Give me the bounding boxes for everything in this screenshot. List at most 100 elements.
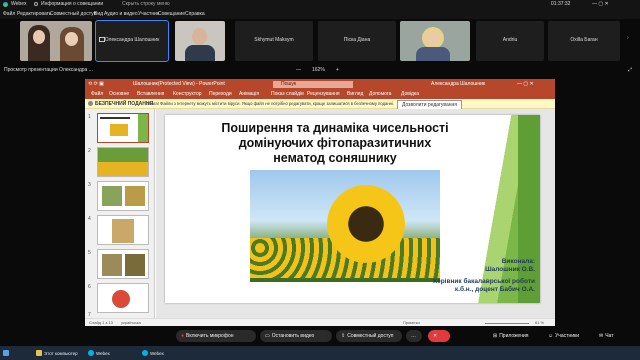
- slide-thumb-5[interactable]: [97, 249, 149, 279]
- participant-name: Skhymut Maksym: [254, 37, 294, 43]
- participant-name: Oxilla Баган: [570, 37, 598, 43]
- ppt-tab-info[interactable]: Довідка: [401, 92, 419, 97]
- author-block: Виконала: Шалошник О.В.: [455, 258, 535, 274]
- start-button[interactable]: [3, 348, 11, 358]
- menu-audio-video[interactable]: Аудио и видео: [104, 12, 138, 17]
- slide-thumb-3[interactable]: [97, 181, 149, 211]
- taskbar-item[interactable]: Этот компьютер: [36, 348, 82, 358]
- stop-video-button[interactable]: ▭ Остановить видео: [260, 330, 332, 342]
- slide-thumb-6[interactable]: [97, 283, 149, 313]
- participant-name: Піска Діана: [343, 37, 371, 43]
- menu-edit[interactable]: Редактировать: [17, 12, 52, 17]
- notes-button[interactable]: Примітки: [403, 321, 420, 325]
- share-button[interactable]: ⇪ Совместный доступ: [336, 330, 402, 342]
- thumb-number: 5: [88, 250, 91, 256]
- supervisor-line: Керівник бакалаврської роботи: [433, 278, 535, 285]
- window-controls[interactable]: — ▢ ✕: [592, 2, 609, 7]
- ppt-tab-file[interactable]: Файл: [91, 92, 103, 97]
- ppt-tab-animation[interactable]: Анімація: [239, 92, 259, 97]
- ppt-tab-help[interactable]: Допомога: [369, 92, 391, 97]
- menu-bar: Файл Редактировать Совместный доступ Вид…: [0, 9, 640, 19]
- meeting-info-button[interactable]: Информация о совещании: [41, 2, 103, 7]
- hide-menu-button[interactable]: Скрыть строку меню: [122, 2, 170, 7]
- ppt-title-bar: ⟲ ⟳ ▣ Шалошник(Protected View) - PowerPo…: [85, 79, 555, 90]
- ppt-tab-insert[interactable]: Вставлення: [137, 92, 164, 97]
- share-viewer-label: Просмотр презентации Олександра ...: [4, 67, 93, 73]
- menu-help[interactable]: Справка: [185, 12, 205, 17]
- menu-view[interactable]: Вид: [94, 12, 103, 17]
- participant-tile[interactable]: Піска Діана: [318, 21, 396, 61]
- ppt-window-controls[interactable]: — ▢ ✕: [517, 82, 534, 87]
- thumb-number: 1: [88, 114, 91, 120]
- apps-icon: ⊞: [493, 333, 498, 339]
- share-label: Совместный доступ: [347, 333, 394, 339]
- participant-tile[interactable]: [20, 21, 92, 61]
- meeting-time: 01:37:32: [551, 1, 571, 7]
- menu-meeting[interactable]: Совещание: [158, 12, 185, 17]
- taskbar-item-label: Этот компьютер: [44, 350, 78, 356]
- slide-title-line: нематод соняшнику: [273, 151, 397, 165]
- ppt-ribbon-tabs: Файл Основне Вставлення Конструктор Пере…: [85, 90, 555, 99]
- ppt-tab-review[interactable]: Рецензування: [307, 92, 340, 97]
- participant-strip: Олександра Шалошник Skhymut Maksym Піска…: [0, 19, 640, 64]
- camera-icon: ▭: [265, 333, 270, 339]
- menu-share[interactable]: Совместный доступ: [50, 12, 96, 17]
- ppt-tab-home[interactable]: Основне: [109, 92, 129, 97]
- apps-button[interactable]: ⊞ Приложения: [488, 330, 540, 342]
- next-participants-arrow-icon[interactable]: ›: [627, 36, 629, 41]
- chat-button[interactable]: ✉ Чат: [594, 330, 624, 342]
- slide-thumb-4[interactable]: [97, 215, 149, 245]
- menu-file[interactable]: Файл: [3, 12, 15, 17]
- author-name: Шалошник О.В.: [485, 266, 535, 273]
- thumb-number: 6: [88, 284, 91, 290]
- share-viewer-bar: Просмотр презентации Олександра ... — 16…: [0, 64, 640, 76]
- zoom-out-button[interactable]: —: [296, 68, 301, 73]
- slide-thumb-2[interactable]: [97, 147, 149, 177]
- windows-taskbar: Этот компьютер Webex Webex: [0, 346, 640, 360]
- ppt-window-title: Шалошник(Protected View) - PowerPoint: [133, 81, 225, 87]
- slide-thumb-1[interactable]: [97, 113, 149, 143]
- participant-tile[interactable]: [175, 21, 225, 61]
- taskbar-item[interactable]: Webex: [142, 348, 192, 358]
- slide-canvas: Поширення та динаміка чисельності доміну…: [156, 109, 555, 318]
- zoom-level[interactable]: 162%: [312, 68, 325, 73]
- ppt-tab-transitions[interactable]: Переходи: [209, 92, 232, 97]
- thumb-number: 2: [88, 148, 91, 154]
- fullscreen-icon[interactable]: ⤢: [628, 68, 632, 73]
- microphone-button[interactable]: ● Включить микрофон: [176, 330, 256, 342]
- apps-label: Приложения: [499, 333, 529, 339]
- zoom-slider[interactable]: [485, 323, 529, 324]
- protected-view-bar: БЕЗПЕЧНИЙ ПОДАННЯ Увага! Файли з Інтерне…: [85, 99, 555, 111]
- ppt-tab-view[interactable]: Вигляд: [347, 92, 363, 97]
- menu-participant[interactable]: Участник: [138, 12, 159, 17]
- meeting-info-icon[interactable]: [34, 2, 38, 6]
- leave-meeting-button[interactable]: ✕: [428, 330, 450, 342]
- participant-tile[interactable]: Oxilla Баган: [548, 21, 620, 61]
- ppt-tab-design[interactable]: Конструктор: [173, 92, 202, 97]
- webex-logo-icon: [3, 2, 8, 7]
- participants-button[interactable]: ☺ Участники: [543, 330, 591, 342]
- ppt-search-label: Пошук: [281, 81, 297, 87]
- supervisor-line: к.б.н., доцент Бабич О.А.: [454, 286, 535, 293]
- protected-view-label: БЕЗПЕЧНИЙ ПОДАННЯ: [95, 101, 154, 107]
- participants-icon: ☺: [548, 333, 554, 339]
- supervisor-block: Керівник бакалаврської роботи к.б.н., до…: [385, 278, 535, 294]
- more-options-button[interactable]: …: [406, 330, 422, 342]
- ppt-quick-access[interactable]: ⟲ ⟳ ▣: [88, 82, 104, 87]
- slide-thumbnails: 1 2 3 4 5 6 7: [85, 109, 155, 318]
- chat-icon: ✉: [599, 333, 604, 339]
- participant-tile[interactable]: Andriu: [476, 21, 544, 61]
- ppt-tab-slideshow[interactable]: Показ слайдів: [271, 92, 304, 97]
- current-slide[interactable]: Поширення та динаміка чисельності доміну…: [165, 115, 540, 303]
- slide-title-line: Поширення та динаміка чисельності: [221, 121, 449, 135]
- taskbar-item-label: Webex: [96, 350, 110, 356]
- participant-tile-selected[interactable]: Олександра Шалошник: [95, 20, 169, 62]
- zoom-in-button[interactable]: +: [336, 68, 339, 73]
- ppt-status-bar: Слайд 1 з 13 українська Примітки 61 %: [85, 318, 555, 326]
- participant-tile[interactable]: [400, 21, 470, 61]
- taskbar-item[interactable]: Webex: [88, 348, 138, 358]
- slide-title-line: домінуючих фітопаразитичних: [238, 136, 432, 150]
- protected-view-message: Увага! Файли з Інтернету можуть містити …: [147, 101, 395, 106]
- participants-label: Участники: [555, 333, 579, 339]
- participant-tile[interactable]: Skhymut Maksym: [235, 21, 313, 61]
